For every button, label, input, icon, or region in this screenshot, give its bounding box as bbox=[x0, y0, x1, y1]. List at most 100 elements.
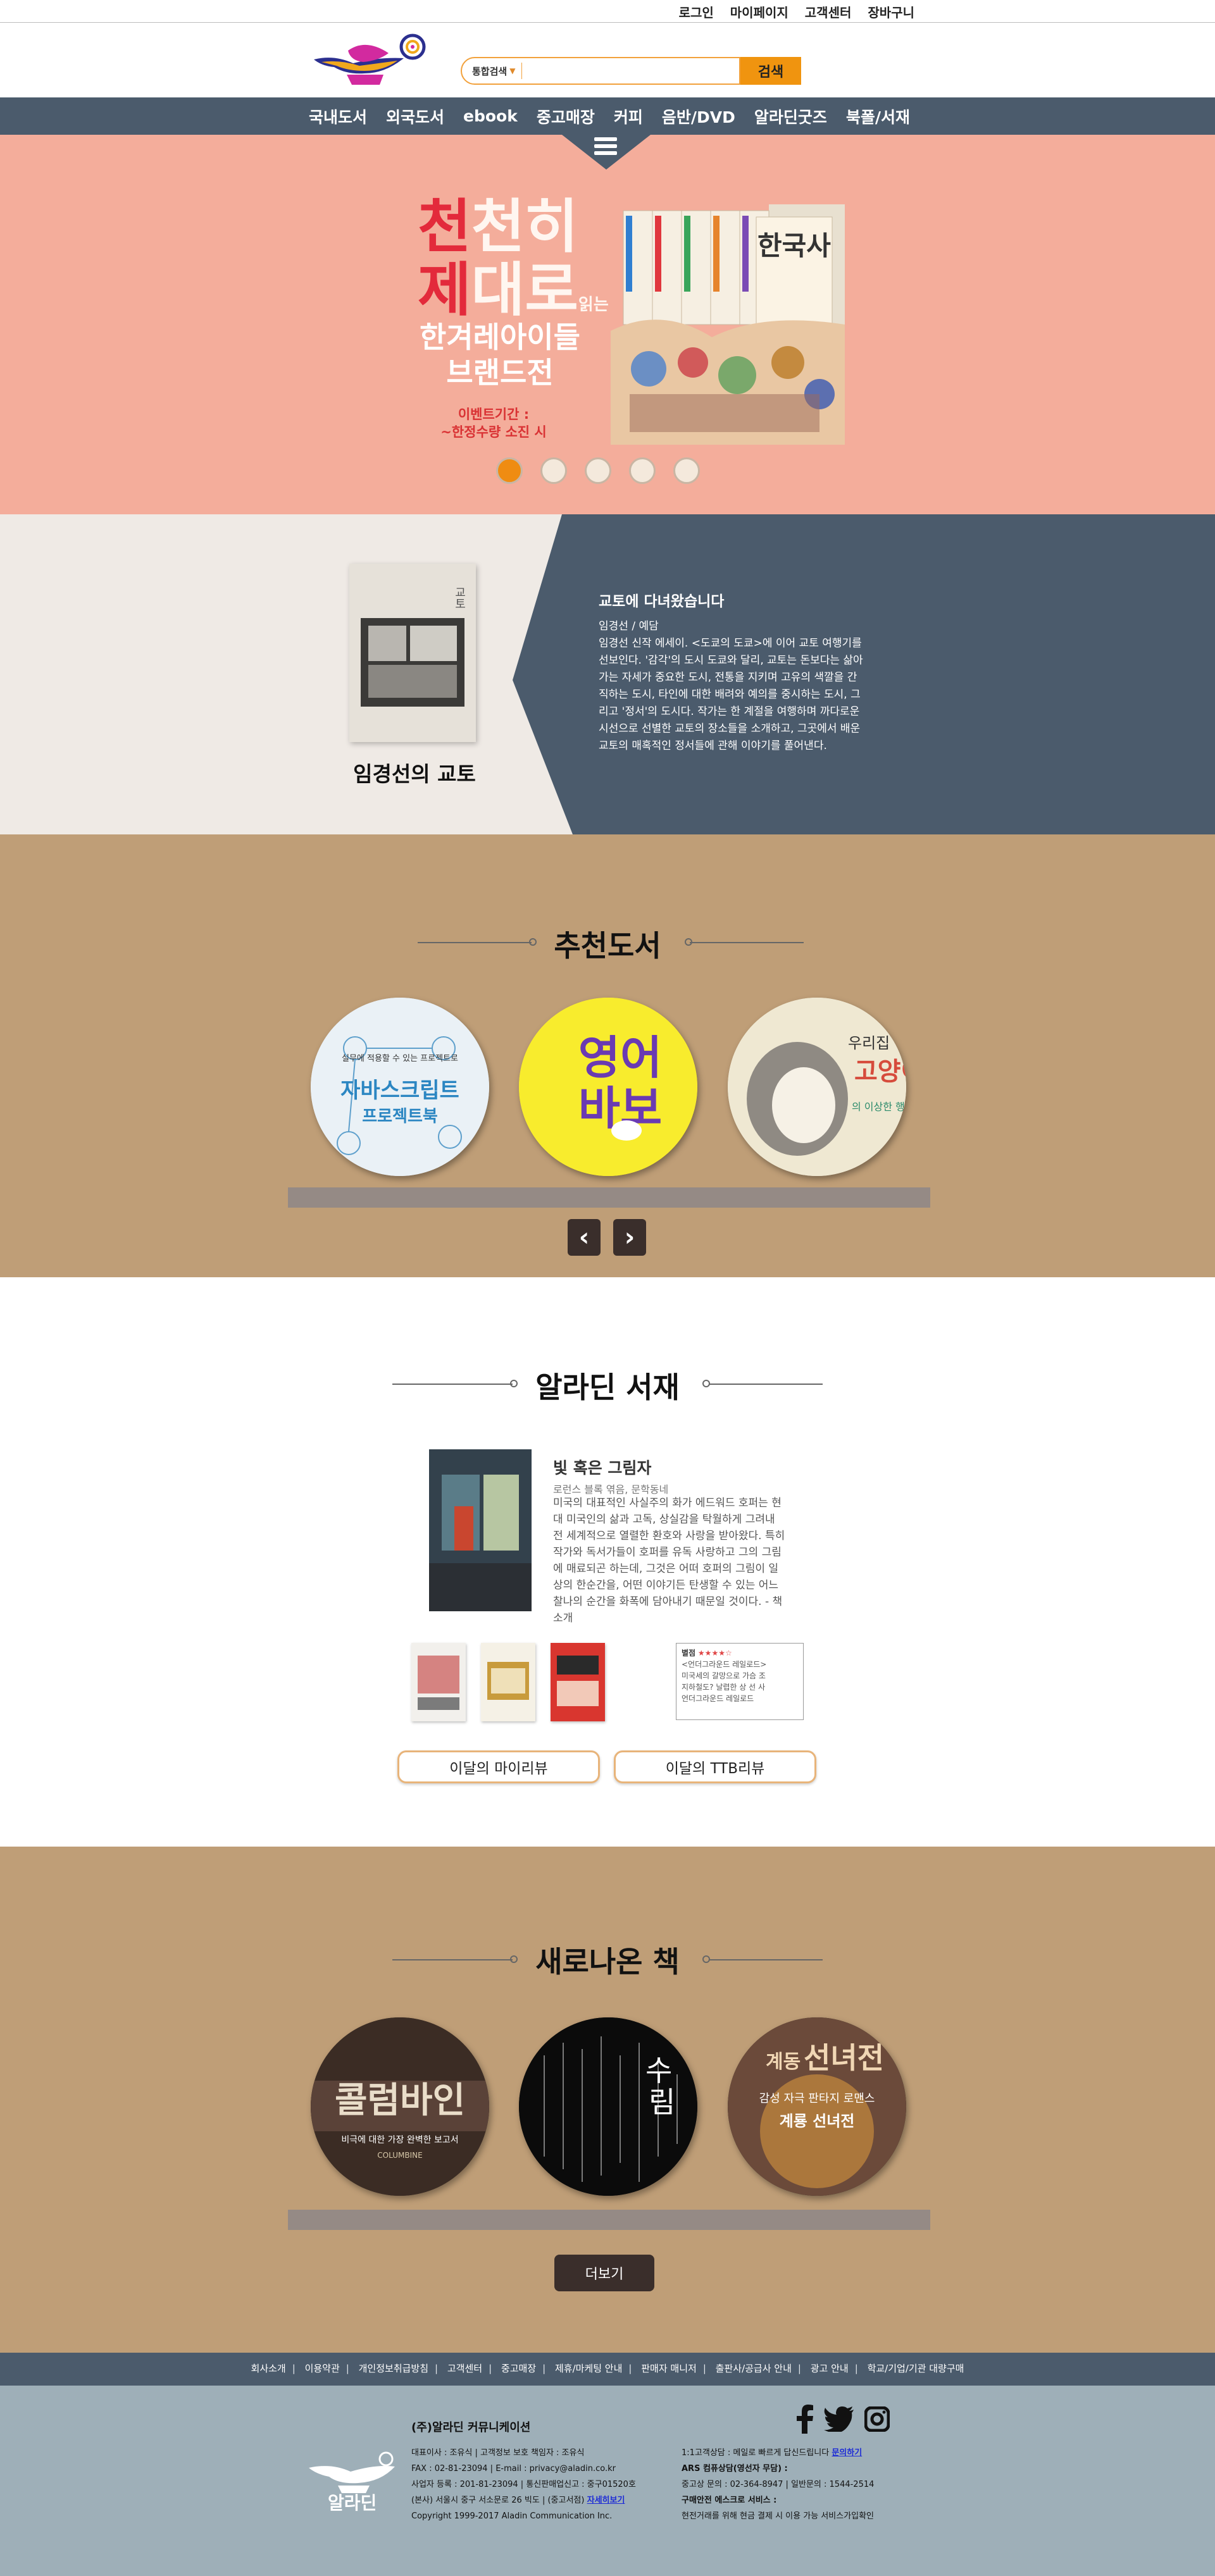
footer-link-ads[interactable]: 광고 안내 bbox=[811, 2363, 849, 2374]
headline-rest-2: 대로 bbox=[471, 256, 578, 324]
footer-inquiry-link[interactable]: 문의하기 bbox=[832, 2448, 862, 2458]
aladin-library-section: 알라딘 서재 빛 혹은 그림자 로런스 블록 엮음, 문학동네 미국의 대표적인… bbox=[0, 1277, 1215, 1847]
recommended-section: 추천도서 실무에 적용할 수 있는 프로젝트로 자바스크립트 프로젝트북 영어 … bbox=[0, 834, 1215, 1277]
banner-dot-4[interactable] bbox=[629, 457, 656, 484]
banner-dot-1[interactable] bbox=[496, 457, 523, 484]
new-book-2-title-2: 림 bbox=[649, 2085, 675, 2119]
header: 통합검색 ▼ 검색 bbox=[0, 23, 1215, 97]
nav-items: 국내도서 외국도서 ebook 중고매장 커피 음반/DVD 알라딘굿즈 북폴/… bbox=[309, 97, 910, 135]
customer-center-link[interactable]: 고객센터 bbox=[805, 3, 852, 21]
footer-link-used-store[interactable]: 중고매장 bbox=[501, 2363, 536, 2374]
new-book-3[interactable]: 계동 선녀전 감성 자극 판타지 로맨스 계룡 선녀전 bbox=[728, 2017, 906, 2196]
footer-copyright: Copyright 1999-2017 Aladin Communication… bbox=[411, 2511, 613, 2521]
featured-heading: 교토에 다녀왔습니다 bbox=[599, 593, 725, 610]
rec-next-button[interactable]: › bbox=[613, 1219, 646, 1256]
rec-book-2-title: 영어 bbox=[578, 1031, 662, 1084]
banner-book-label: 한국사 bbox=[757, 230, 831, 261]
period-value: ~한정수량 소진 시 bbox=[440, 424, 547, 440]
chevron-down-icon: ▼ bbox=[509, 66, 516, 75]
hamburger-menu-icon[interactable] bbox=[594, 137, 617, 158]
book-shelf bbox=[288, 2210, 930, 2230]
featured-book-title[interactable]: 임경선의 교토 bbox=[342, 757, 487, 788]
footer-brand: 알라딘 bbox=[328, 2492, 377, 2513]
footer-link-seller[interactable]: 판매자 매니저 bbox=[641, 2363, 697, 2374]
library-title: 알라딘 서재 bbox=[535, 1370, 680, 1404]
footer: 알라딘 (주)알라딘 커뮤니케이션 대표이사 : 조유식 | 고객정보 보호 책… bbox=[0, 2386, 1215, 2576]
nav-aladin-goods[interactable]: 알라딘굿즈 bbox=[754, 105, 827, 128]
new-book-1[interactable]: 콜럼바인 비극에 대한 가장 완벽한 보고서 COLUMBINE bbox=[311, 2017, 489, 2196]
banner-period: 이벤트기간 : ~한정수량 소진 시 bbox=[430, 406, 557, 441]
footer-links-bar: 회사소개 | 이용약관 | 개인정보취급방침 | 고객센터 | 중고매장 | 제휴/마케팅… bbox=[0, 2353, 1215, 2386]
new-book-3-tagline: 감성 자극 판타지 로맨스 bbox=[759, 2092, 875, 2105]
more-button[interactable]: 더보기 bbox=[554, 2255, 654, 2291]
search-button[interactable]: 검색 bbox=[740, 57, 801, 85]
footer-link-customer[interactable]: 고객센터 bbox=[447, 2363, 482, 2374]
facebook-icon[interactable] bbox=[795, 2405, 814, 2434]
rec-book-3[interactable]: 우리집 고양이 의 이상한 행동 bbox=[728, 998, 906, 1176]
footer-link-bulk-order[interactable]: 학교/기업/기관 대량구매 bbox=[868, 2363, 964, 2374]
login-link[interactable]: 로그인 bbox=[679, 3, 714, 21]
headline-suffix: 읽는 bbox=[578, 295, 609, 314]
period-label: 이벤트기간 : bbox=[458, 407, 530, 422]
rec-book-1-tagline: 실무에 적용할 수 있는 프로젝트로 bbox=[342, 1054, 458, 1063]
footer-customer-service: 1:1고객상담 : 메일로 빠르게 답신드립니다 문의하기 ARS 컴퓨상담(영… bbox=[682, 2445, 874, 2524]
rec-book-1-subtitle: 프로젝트북 bbox=[362, 1107, 438, 1126]
nav-bookfolio[interactable]: 북폴/서재 bbox=[846, 105, 910, 128]
new-book-2[interactable]: 수 림 bbox=[519, 2017, 697, 2196]
library-thumb-2[interactable] bbox=[481, 1643, 535, 1721]
search-input[interactable] bbox=[527, 61, 739, 81]
footer-detail-link[interactable]: 자세히보기 bbox=[587, 2496, 625, 2505]
mypage-link[interactable]: 마이페이지 bbox=[730, 3, 788, 21]
nav-domestic-books[interactable]: 국내도서 bbox=[309, 105, 367, 128]
new-book-1-title: 콜럼바인 bbox=[335, 2080, 465, 2121]
library-review-card[interactable]: 별점 ★★★★☆ <언더그라운드 레일로드> 미국세의 갈망으로 가슴 조 지하… bbox=[676, 1643, 804, 1720]
library-book-cover[interactable] bbox=[429, 1449, 532, 1611]
banner-dot-3[interactable] bbox=[585, 457, 611, 484]
footer-link-terms[interactable]: 이용약관 bbox=[305, 2363, 340, 2374]
cart-link[interactable]: 장바구니 bbox=[868, 3, 914, 21]
library-book-title[interactable]: 빛 혹은 그림자 bbox=[553, 1456, 651, 1478]
footer-cs-line-5: 현전거래를 위해 현금 결제 시 이용 가능 서비스가입확인 bbox=[682, 2511, 875, 2521]
search-box: 통합검색 ▼ bbox=[461, 57, 740, 85]
headline-rest-1: 천히 bbox=[471, 193, 578, 261]
monthly-myreview-button[interactable]: 이달의 마이리뷰 bbox=[397, 1750, 600, 1783]
footer-cs-line-2: ARS 컴퓨상담(영선자 무담) : bbox=[682, 2464, 788, 2474]
banner-dot-2[interactable] bbox=[540, 457, 567, 484]
nav-music-dvd[interactable]: 음반/DVD bbox=[662, 105, 735, 128]
footer-social-icons bbox=[795, 2405, 890, 2434]
rec-book-2[interactable]: 영어 바보 bbox=[519, 998, 697, 1176]
monthly-ttbreview-button[interactable]: 이달의 TTB리뷰 bbox=[614, 1750, 816, 1783]
rec-book-3-subtitle: 의 이상한 행동 bbox=[852, 1101, 906, 1113]
nav-used-store[interactable]: 중고매장 bbox=[537, 105, 595, 128]
rec-prev-button[interactable]: ‹ bbox=[568, 1219, 601, 1256]
twitter-icon[interactable] bbox=[824, 2406, 854, 2432]
aladin-lamp-logo[interactable] bbox=[309, 32, 429, 89]
hero-banner[interactable]: 천천히 제대로읽는 한겨레아이들 브랜드전 이벤트기간 : ~한정수량 소진 시… bbox=[0, 135, 1215, 514]
review-title: 별점 bbox=[682, 1649, 696, 1657]
footer-cs-line-1: 1:1고객상담 : 메일로 빠르게 답신드립니다 bbox=[682, 2448, 830, 2458]
footer-links: 회사소개 | 이용약관 | 개인정보취급방침 | 고객센터 | 중고매장 | 제휴/마케팅… bbox=[251, 2363, 964, 2374]
library-thumb-3[interactable] bbox=[551, 1643, 605, 1721]
footer-link-privacy[interactable]: 개인정보취급방침 bbox=[359, 2363, 428, 2374]
library-thumb-1[interactable] bbox=[411, 1643, 466, 1721]
rec-book-1[interactable]: 실무에 적용할 수 있는 프로젝트로 자바스크립트 프로젝트북 bbox=[311, 998, 489, 1176]
nav-coffee[interactable]: 커피 bbox=[614, 105, 643, 128]
review-line-1: <언더그라운드 레일로드> bbox=[682, 1660, 767, 1669]
nav-foreign-books[interactable]: 외국도서 bbox=[386, 105, 444, 128]
new-book-3-title-1: 계동 bbox=[766, 2051, 801, 2073]
footer-link-publisher[interactable]: 출판사/공급사 안내 bbox=[716, 2363, 792, 2374]
brand-name: 한겨레아이들 bbox=[420, 320, 580, 354]
search-category-select[interactable]: 통합검색 ▼ bbox=[472, 63, 523, 79]
footer-link-about[interactable]: 회사소개 bbox=[251, 2363, 286, 2374]
search-category-label: 통합검색 bbox=[472, 65, 508, 77]
footer-link-partnership[interactable]: 제휴/마케팅 안내 bbox=[555, 2363, 622, 2374]
featured-book-cover[interactable]: 교토 bbox=[349, 564, 476, 742]
banner-book-illustration: 한국사 bbox=[611, 204, 845, 445]
rec-book-3-tagline: 우리집 bbox=[848, 1034, 890, 1052]
instagram-icon[interactable] bbox=[864, 2406, 890, 2432]
banner-dot-5[interactable] bbox=[673, 457, 700, 484]
nav-ebook[interactable]: ebook bbox=[463, 107, 518, 125]
headline-char-2: 제 bbox=[418, 256, 471, 324]
review-line-2: 미국세의 갈망으로 가슴 조 bbox=[682, 1671, 766, 1680]
featured-description: 임경선 / 예담 임경선 신작 에세이. <도쿄의 도쿄>에 이어 교토 여행기… bbox=[599, 620, 863, 752]
